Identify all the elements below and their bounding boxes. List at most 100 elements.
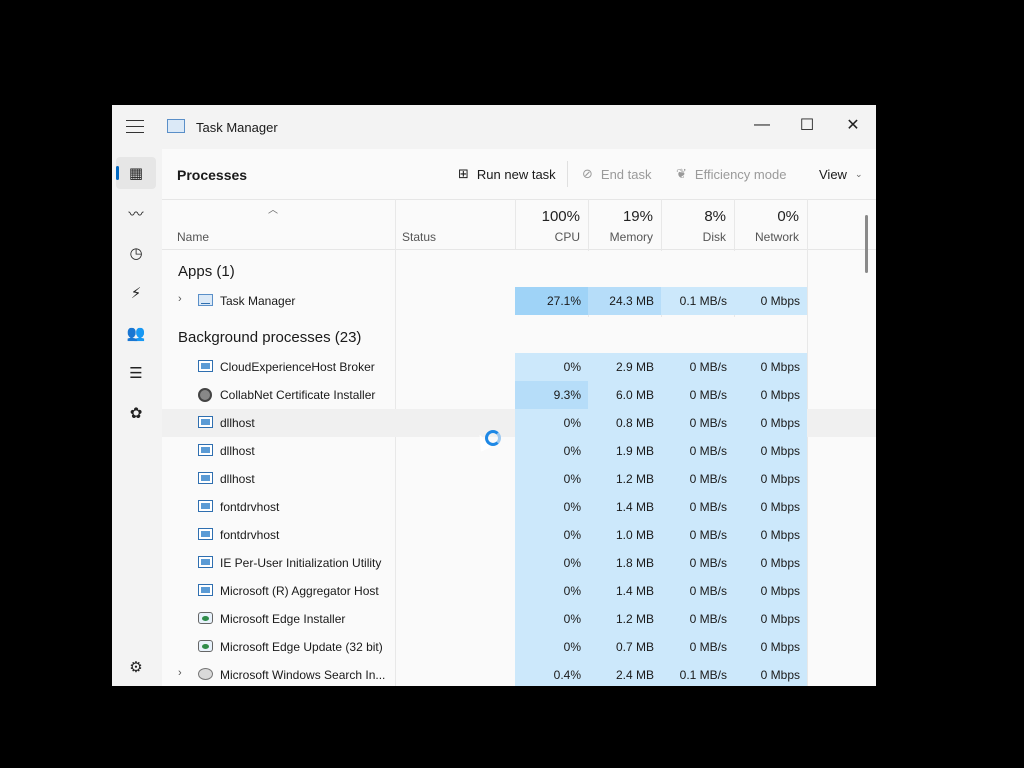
process-row[interactable]: Microsoft Edge Update (32 bit) 0% 0.7 MB 0 …	[162, 633, 876, 661]
view-dropdown[interactable]: View ⌄	[819, 164, 863, 184]
users-nav-icon[interactable]: 👥	[116, 317, 156, 349]
memory-cell: 1.0 MB	[588, 521, 661, 549]
memory-cell: 1.4 MB	[588, 493, 661, 521]
end-task-label: End task	[600, 166, 652, 182]
settings-nav-icon[interactable]: ⚙	[116, 651, 156, 683]
process-row[interactable]: fontdrvhost 0% 1.0 MB 0 MB/s 0 Mbps	[162, 521, 876, 549]
cpu-cell: 0%	[515, 577, 588, 605]
disk-cell: 0 MB/s	[661, 353, 734, 381]
processes-page: Processes ⊞ Run new task ⊘ End task ❦ Ef…	[162, 149, 876, 686]
cpu-cell: 0%	[515, 493, 588, 521]
process-row[interactable]: IE Per-User Initialization Utility 0% 1.8 …	[162, 549, 876, 577]
busy-spinner-icon	[485, 430, 501, 446]
process-name: fontdrvhost	[220, 528, 280, 542]
process-row[interactable]: › Task Manager 27.1% 24.3 MB 0.1 MB/s 0 Mbps	[162, 287, 876, 315]
hamburger-menu-icon[interactable]	[126, 120, 144, 134]
memory-cell: 1.2 MB	[588, 465, 661, 493]
process-name: Microsoft Edge Installer	[220, 612, 346, 626]
process-row[interactable]: fontdrvhost 0% 1.4 MB 0 MB/s 0 Mbps	[162, 493, 876, 521]
network-cell: 0 Mbps	[734, 577, 807, 605]
process-row[interactable]: Microsoft (R) Aggregator Host 0% 1.4 MB 0 M…	[162, 577, 876, 605]
title-bar[interactable]: Task Manager — ☐ ✕	[112, 105, 876, 149]
memory-cell: 0.8 MB	[588, 409, 661, 437]
process-row[interactable]: › Microsoft Windows Search In... 0.4% 2.4 M…	[162, 661, 876, 686]
cpu-cell: 0%	[515, 409, 588, 437]
process-row[interactable]: dllhost 0% 1.9 MB 0 MB/s 0 Mbps	[162, 437, 876, 465]
vertical-scrollbar[interactable]	[865, 215, 868, 273]
memory-cell: 6.0 MB	[588, 381, 661, 409]
disk-cell: 0 MB/s	[661, 493, 734, 521]
sort-ascending-icon: ︿	[268, 205, 278, 216]
column-header: ︿ Name Status 100% CPU 19% Memory 8% Dis…	[162, 199, 876, 250]
maximize-button[interactable]: ☐	[784, 111, 830, 139]
disk-cell: 0 MB/s	[661, 465, 734, 493]
memory-cell: 2.4 MB	[588, 661, 661, 686]
window-app-icon	[198, 472, 213, 484]
memory-column-label: Memory	[609, 230, 653, 244]
process-name: CollabNet Certificate Installer	[220, 388, 376, 402]
status-column-header[interactable]: Status	[395, 199, 515, 249]
sidebar: ▦ 〰 ◷ ⚡ 👥 ☰ ✿ ⚙	[112, 149, 160, 686]
memory-cell: 1.9 MB	[588, 437, 661, 465]
window-app-icon	[198, 500, 213, 512]
process-row[interactable]: dllhost 0% 0.8 MB 0 MB/s 0 Mbps	[162, 409, 876, 437]
memory-column-header[interactable]: 19% Memory	[588, 199, 661, 249]
network-cell: 0 Mbps	[734, 633, 807, 661]
minimize-button[interactable]: —	[739, 111, 785, 139]
disk-column-header[interactable]: 8% Disk	[661, 199, 734, 249]
chevron-right-icon[interactable]: ›	[178, 667, 182, 679]
disk-cell: 0 MB/s	[661, 605, 734, 633]
process-row[interactable]: Microsoft Edge Installer 0% 1.2 MB 0 MB/s 0 …	[162, 605, 876, 633]
window-app-icon	[198, 444, 213, 456]
close-button[interactable]: ✕	[830, 111, 876, 139]
disk-cell: 0 MB/s	[661, 577, 734, 605]
disk-cell: 0 MB/s	[661, 549, 734, 577]
disk-total-percent: 8%	[704, 208, 726, 225]
disk-cell: 0 MB/s	[661, 409, 734, 437]
window-app-icon	[198, 584, 213, 596]
process-row[interactable]: CloudExperienceHost Broker 0% 2.9 MB 0 MB/s…	[162, 353, 876, 381]
disk-cell: 0.1 MB/s	[661, 661, 734, 686]
process-name: Microsoft Edge Update (32 bit)	[220, 640, 383, 654]
network-cell: 0 Mbps	[734, 661, 807, 686]
network-cell: 0 Mbps	[734, 287, 807, 315]
column-divider	[515, 199, 516, 249]
processes-nav-icon[interactable]: ▦	[116, 157, 156, 189]
cpu-column-header[interactable]: 100% CPU	[515, 199, 588, 249]
process-name: Microsoft (R) Aggregator Host	[220, 584, 379, 598]
window-app-icon	[198, 416, 213, 428]
view-label: View	[819, 166, 847, 182]
end-task-icon: ⊘	[582, 166, 593, 181]
network-column-header[interactable]: 0% Network	[734, 199, 807, 249]
app-history-nav-icon[interactable]: ◷	[116, 237, 156, 269]
memory-cell: 2.9 MB	[588, 353, 661, 381]
cpu-cell: 0%	[515, 549, 588, 577]
process-name: Task Manager	[220, 294, 296, 308]
end-task-button[interactable]: ⊘ End task	[582, 164, 652, 184]
services-nav-icon[interactable]: ✿	[116, 397, 156, 429]
cpu-cell: 0%	[515, 633, 588, 661]
cpu-cell: 0%	[515, 437, 588, 465]
process-row[interactable]: CollabNet Certificate Installer 9.3% 6.0 M…	[162, 381, 876, 409]
edge-update-icon	[198, 640, 213, 652]
edge-installer-icon	[198, 612, 213, 624]
process-row[interactable]: dllhost 0% 1.2 MB 0 MB/s 0 Mbps	[162, 465, 876, 493]
memory-cell: 0.7 MB	[588, 633, 661, 661]
details-nav-icon[interactable]: ☰	[116, 357, 156, 389]
search-indexer-icon	[198, 668, 213, 680]
chevron-right-icon[interactable]: ›	[178, 293, 182, 305]
name-column-header[interactable]: ︿ Name	[162, 199, 395, 249]
performance-nav-icon[interactable]: 〰	[116, 197, 156, 229]
cpu-cell: 0%	[515, 465, 588, 493]
run-new-task-button[interactable]: ⊞ Run new task	[458, 164, 556, 184]
disk-cell: 0 MB/s	[661, 381, 734, 409]
network-cell: 0 Mbps	[734, 465, 807, 493]
memory-total-percent: 19%	[622, 208, 653, 225]
network-cell: 0 Mbps	[734, 437, 807, 465]
cpu-total-percent: 100%	[541, 208, 580, 225]
group-header-band	[515, 317, 807, 356]
cpu-cell: 0.4%	[515, 661, 588, 686]
startup-apps-nav-icon[interactable]: ⚡	[116, 277, 156, 309]
memory-cell: 24.3 MB	[588, 287, 661, 315]
efficiency-mode-button[interactable]: ❦ Efficiency mode	[676, 164, 786, 184]
